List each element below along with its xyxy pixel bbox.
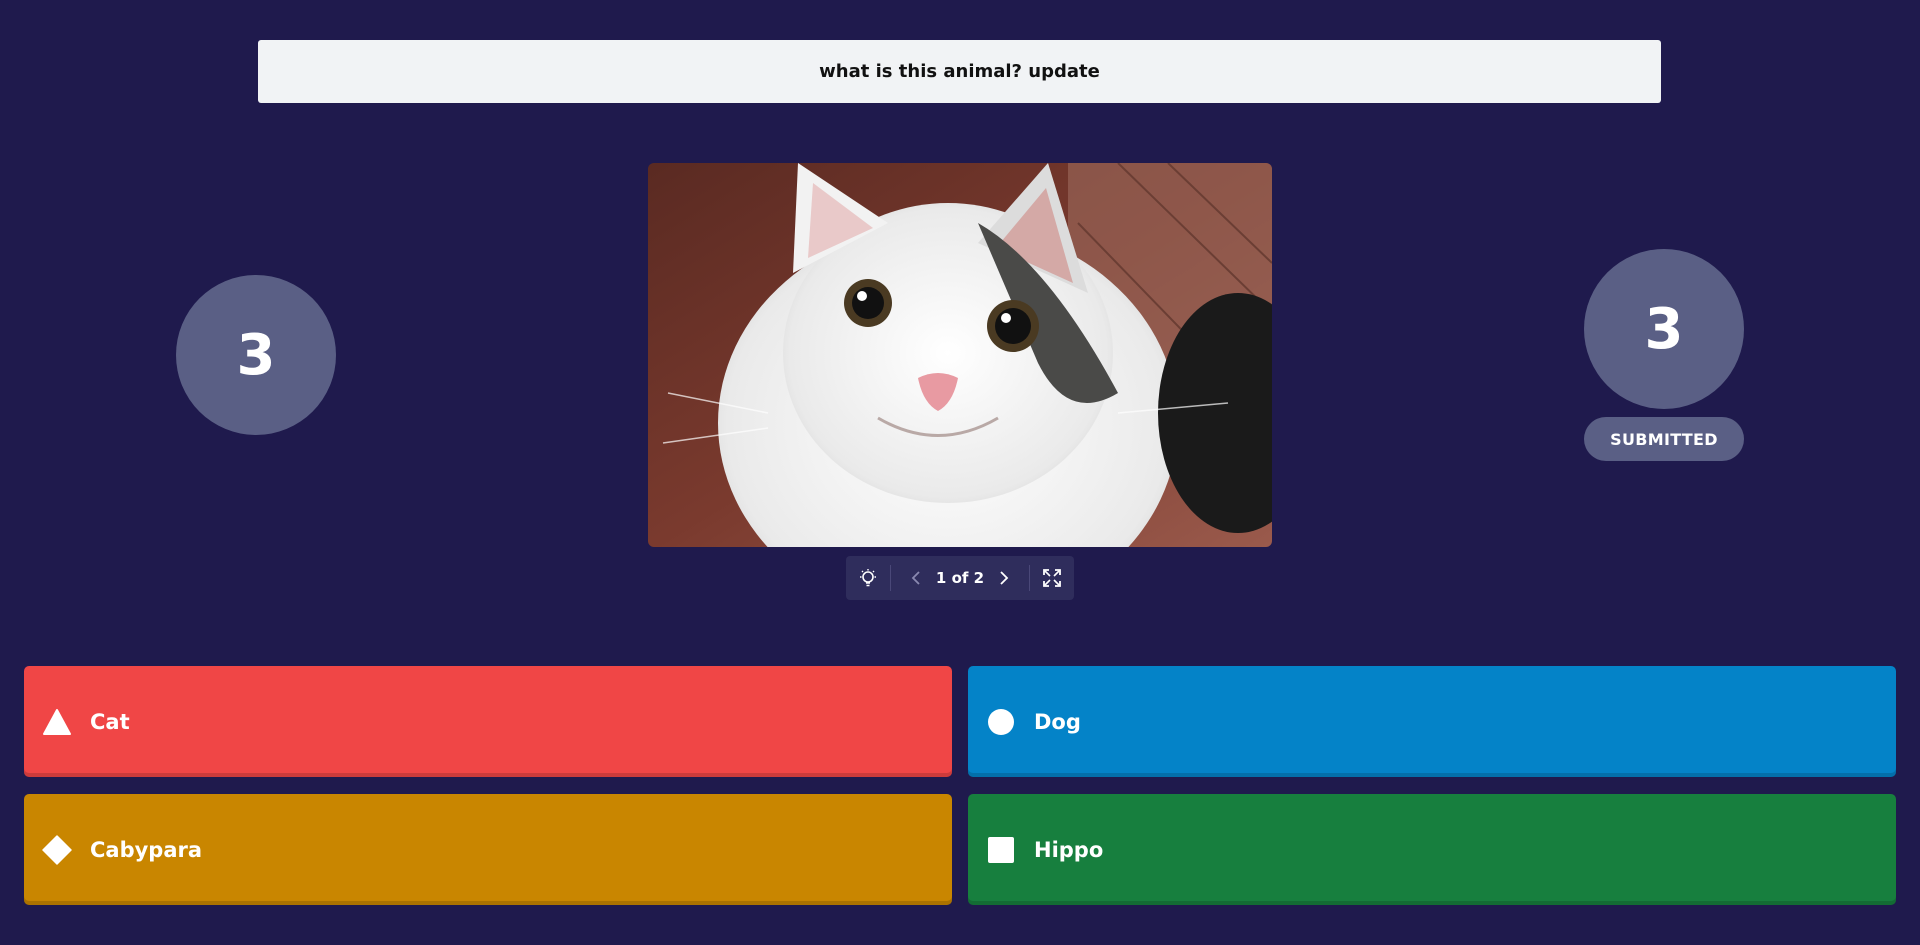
question-text: what is this animal? update [819, 61, 1100, 82]
submitted-label: SUBMITTED [1584, 417, 1744, 461]
chevron-left-icon [911, 571, 920, 585]
circle-icon [986, 707, 1016, 737]
cat-photo [648, 163, 1272, 547]
submitted-text: SUBMITTED [1610, 429, 1718, 449]
answer-option-cabypara[interactable]: Cabypara [24, 794, 952, 905]
answer-label: Cat [90, 709, 130, 734]
answers-counter: 3 [1584, 249, 1744, 409]
question-title: what is this animal? update [258, 40, 1661, 103]
next-media-button[interactable] [990, 556, 1016, 600]
answer-label: Cabypara [90, 837, 203, 862]
media-controls: 1 of 2 [846, 556, 1074, 600]
timer-value: 3 [236, 322, 276, 388]
fullscreen-button[interactable] [1030, 556, 1074, 600]
square-icon [986, 835, 1016, 865]
answer-option-dog[interactable]: Dog [968, 666, 1896, 777]
triangle-icon [42, 707, 72, 737]
lightbulb-icon [860, 569, 876, 587]
answer-label: Hippo [1034, 837, 1104, 862]
chevron-right-icon [1000, 571, 1009, 585]
page-indicator: 1 of 2 [935, 569, 985, 587]
previous-media-button[interactable] [904, 556, 930, 600]
answer-option-hippo[interactable]: Hippo [968, 794, 1896, 905]
answer-label: Dog [1034, 709, 1081, 734]
question-image [648, 163, 1272, 547]
fullscreen-icon [1043, 569, 1061, 587]
answer-option-cat[interactable]: Cat [24, 666, 952, 777]
answers-count-value: 3 [1644, 296, 1684, 362]
hint-button[interactable] [846, 556, 890, 600]
diamond-icon [42, 834, 72, 865]
timer-countdown: 3 [176, 275, 336, 435]
media-pagination: 1 of 2 [891, 556, 1029, 600]
